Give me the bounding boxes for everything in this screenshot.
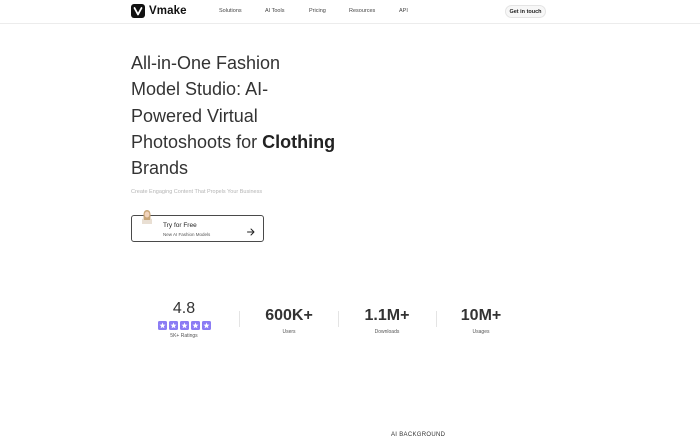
nav-link-solutions[interactable]: Solutions: [219, 8, 242, 14]
star-icon: [168, 321, 178, 330]
star-icon: [201, 321, 211, 330]
model-avatar-icon: [140, 208, 154, 224]
stat-usages-value: 10M+: [460, 307, 502, 324]
hero-title-line-2: Model Studio: AI-: [131, 79, 269, 100]
stat-users-label: Users: [282, 329, 296, 335]
hero-title-line-5: Brands: [131, 158, 189, 179]
top-nav: Vmake Solutions AI Tools Pricing Resourc…: [0, 0, 700, 24]
stat-divider: [338, 311, 339, 327]
star-icon: [157, 321, 167, 330]
hero-title: All-in-One Fashion Model Studio: AI- Pow…: [131, 50, 341, 181]
nav-link-resources[interactable]: Resources: [349, 8, 375, 14]
stat-users-value: 600K+: [265, 307, 313, 324]
stat-downloads: 1.1M+ Downloads: [352, 307, 422, 335]
stat-downloads-value: 1.1M+: [364, 307, 410, 324]
nav-link-ai-tools[interactable]: AI Tools: [265, 8, 284, 14]
page: Vmake Solutions AI Tools Pricing Resourc…: [0, 0, 700, 438]
stat-usages: 10M+ Usages: [446, 307, 516, 335]
hero-title-line-4: Photoshoots for: [131, 131, 263, 152]
stat-downloads-label: Downloads: [374, 329, 400, 335]
star-icon: [190, 321, 200, 330]
hero-title-line-1: All-in-One Fashion: [131, 53, 281, 73]
stat-rating: 4.8 5K+ Ratings: [149, 300, 219, 339]
nav-link-pricing[interactable]: Pricing: [309, 8, 326, 14]
cta-label: Try for Free: [163, 222, 197, 229]
rating-stars: [149, 321, 219, 330]
hero-subtitle: Create Engaging Content That Propels You…: [131, 189, 263, 195]
stat-rating-value: 4.8: [172, 300, 196, 317]
get-in-touch-button[interactable]: Get in touch: [505, 5, 546, 18]
stat-users: 600K+ Users: [254, 307, 324, 335]
star-icon: [179, 321, 189, 330]
stat-rating-label: 5K+ Ratings: [170, 333, 198, 339]
hero-title-highlight: Clothing: [262, 131, 336, 152]
try-for-free-button[interactable]: Try for Free New AI Fashion Models: [131, 210, 264, 242]
cta-sublabel: New AI Fashion Models: [163, 232, 211, 237]
stat-usages-label: Usages: [472, 329, 490, 335]
stat-divider: [436, 311, 437, 327]
section-heading: AI BACKGROUND: [391, 432, 446, 438]
nav-link-api[interactable]: API: [399, 8, 408, 14]
stat-divider: [239, 311, 240, 327]
hero-title-line-3: Powered Virtual: [131, 105, 258, 126]
nav-links: Solutions AI Tools Pricing Resources API: [0, 8, 700, 18]
arrow-right-icon: [246, 224, 256, 236]
